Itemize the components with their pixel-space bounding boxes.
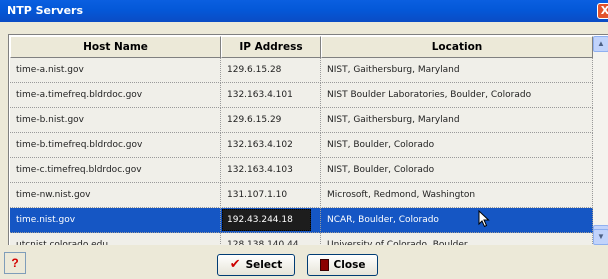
table-row[interactable]: time-a.nist.gov 129.6.15.28 NIST, Gaithers… xyxy=(10,58,593,83)
cell-location[interactable]: NIST, Gaithersburg, Maryland xyxy=(321,58,593,83)
cell-ip[interactable]: 129.6.15.29 xyxy=(221,108,321,133)
table-row[interactable]: time-b.timefreq.bldrdoc.gov 132.163.4.102… xyxy=(10,133,593,158)
cell-host[interactable]: time-b.timefreq.bldrdoc.gov xyxy=(10,133,221,158)
cell-location[interactable]: Microsoft, Redmond, Washington xyxy=(321,183,593,208)
grid-body: time-a.nist.gov 129.6.15.28 NIST, Gaithers… xyxy=(10,58,593,245)
column-header-host-name[interactable]: Host Name xyxy=(10,36,221,58)
cell-location[interactable]: NIST, Gaithersburg, Maryland xyxy=(321,108,593,133)
cell-host[interactable]: time-b.nist.gov xyxy=(10,108,221,133)
table-row[interactable]: time-b.nist.gov 129.6.15.29 NIST, Gaithers… xyxy=(10,108,593,133)
mouse-pointer-icon xyxy=(478,210,490,228)
select-button[interactable]: ✔ Select xyxy=(217,254,295,276)
cell-ip[interactable]: 131.107.1.10 xyxy=(221,183,321,208)
close-button[interactable]: Close xyxy=(307,254,378,276)
help-button[interactable]: ? xyxy=(4,252,26,274)
select-button-label: Select xyxy=(245,259,283,271)
door-icon xyxy=(319,259,329,271)
cell-host[interactable]: time-a.nist.gov xyxy=(10,58,221,83)
grid-header: Host Name IP Address Location xyxy=(10,36,593,58)
column-header-ip-address[interactable]: IP Address xyxy=(221,36,321,58)
server-grid: Host Name IP Address Location time-a.nis… xyxy=(8,34,608,245)
cell-location[interactable]: NCAR, Boulder, Colorado xyxy=(321,208,593,233)
window-title: NTP Servers xyxy=(7,4,84,17)
table-row[interactable]: time-nw.nist.gov 131.107.1.10 Microsoft, R… xyxy=(10,183,593,208)
cell-ip[interactable]: 132.163.4.102 xyxy=(221,133,321,158)
scroll-up-button[interactable]: ▲ xyxy=(593,36,608,52)
table-row[interactable]: time-c.timefreq.bldrdoc.gov 132.163.4.103… xyxy=(10,158,593,183)
cell-location[interactable]: University of Colorado, Boulder xyxy=(321,233,593,245)
cell-ip[interactable]: 192.43.244.18 xyxy=(221,208,321,233)
cell-host[interactable]: time-c.timefreq.bldrdoc.gov xyxy=(10,158,221,183)
cell-host[interactable]: time-a.timefreq.bldrdoc.gov xyxy=(10,83,221,108)
table-row[interactable]: time-a.timefreq.bldrdoc.gov 132.163.4.101… xyxy=(10,83,593,108)
table-row[interactable]: time.nist.gov 192.43.244.18 NCAR, Boulder,… xyxy=(10,208,593,233)
column-header-location[interactable]: Location xyxy=(321,36,593,58)
cell-location[interactable]: NIST, Boulder, Colorado xyxy=(321,158,593,183)
cell-ip[interactable]: 132.163.4.101 xyxy=(221,83,321,108)
cell-ip[interactable]: 129.6.15.28 xyxy=(221,58,321,83)
cell-host[interactable]: utcnist.colorado.edu xyxy=(10,233,221,245)
close-button-label: Close xyxy=(333,259,366,271)
ntp-servers-window: NTP Servers X Host Name IP Address Locat… xyxy=(0,0,608,279)
cell-host[interactable]: time-nw.nist.gov xyxy=(10,183,221,208)
question-icon: ? xyxy=(11,256,19,270)
cell-ip[interactable]: 128.138.140.44 xyxy=(221,233,321,245)
cell-location[interactable]: NIST, Boulder, Colorado xyxy=(321,133,593,158)
cell-ip[interactable]: 132.163.4.103 xyxy=(221,158,321,183)
table-row[interactable]: utcnist.colorado.edu 128.138.140.44 Univer… xyxy=(10,233,593,245)
window-close-button[interactable]: X xyxy=(597,3,608,19)
checkmark-icon: ✔ xyxy=(229,257,241,272)
cell-host[interactable]: time.nist.gov xyxy=(10,208,221,233)
title-bar[interactable]: NTP Servers X xyxy=(0,0,608,22)
cell-location[interactable]: NIST Boulder Laboratories, Boulder, Colo… xyxy=(321,83,593,108)
vertical-scrollbar[interactable]: ▲ ▼ xyxy=(593,36,608,245)
scroll-down-button[interactable]: ▼ xyxy=(593,229,608,245)
